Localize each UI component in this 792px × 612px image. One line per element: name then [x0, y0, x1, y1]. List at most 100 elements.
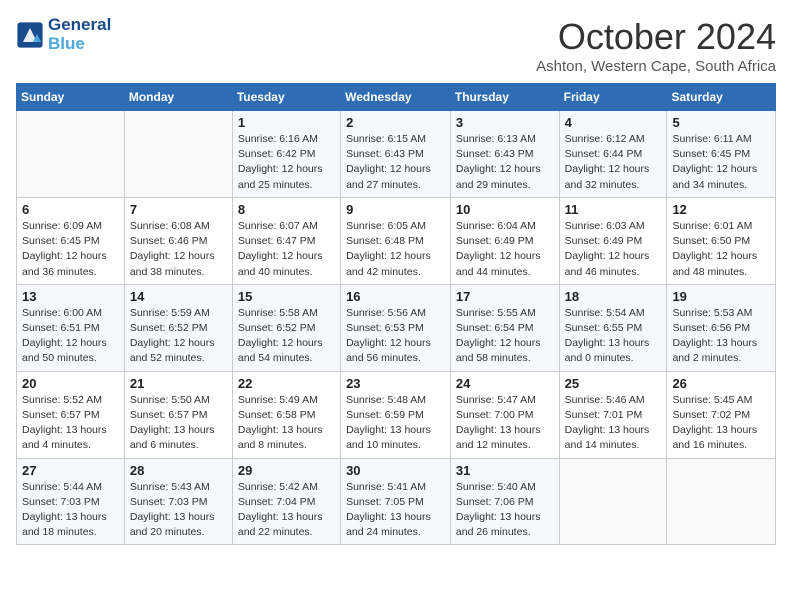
calendar-table: SundayMondayTuesdayWednesdayThursdayFrid…	[16, 83, 776, 545]
day-number: 22	[238, 376, 335, 391]
cell-content: Sunrise: 6:16 AMSunset: 6:42 PMDaylight:…	[238, 132, 335, 193]
cell-content: Sunrise: 6:01 AMSunset: 6:50 PMDaylight:…	[672, 219, 770, 280]
calendar-cell: 10Sunrise: 6:04 AMSunset: 6:49 PMDayligh…	[450, 197, 559, 284]
day-number: 2	[346, 115, 445, 130]
calendar-cell: 5 Sunrise: 6:11 AMSunset: 6:45 PMDaylight…	[667, 111, 776, 198]
day-number: 12	[672, 202, 770, 217]
day-number: 6	[22, 202, 119, 217]
calendar-cell: 1Sunrise: 6:16 AMSunset: 6:42 PMDaylight…	[232, 111, 340, 198]
calendar-cell: 21Sunrise: 5:50 AMSunset: 6:57 PMDayligh…	[124, 371, 232, 458]
calendar-cell: 14 Sunrise: 5:59 AMSunset: 6:52 PMDayligh…	[124, 284, 232, 371]
calendar-cell: 17 Sunrise: 5:55 AMSunset: 6:54 PMDayligh…	[450, 284, 559, 371]
weekday-header-tuesday: Tuesday	[232, 84, 340, 111]
day-number: 17	[456, 289, 554, 304]
day-number: 23	[346, 376, 445, 391]
day-number: 7	[130, 202, 227, 217]
calendar-cell: 24 Sunrise: 5:47 AMSunset: 7:00 PMDayligh…	[450, 371, 559, 458]
day-number: 8	[238, 202, 335, 217]
cell-content: Sunrise: 6:04 AMSunset: 6:49 PMDaylight:…	[456, 219, 554, 280]
cell-content: Sunrise: 5:43 AMSunset: 7:03 PMDaylight:…	[130, 480, 227, 541]
cell-content: Sunrise: 6:03 AMSunset: 6:49 PMDaylight:…	[565, 219, 662, 280]
cell-content: Sunrise: 6:11 AMSunset: 6:45 PMDaylight:…	[672, 132, 770, 193]
day-number: 13	[22, 289, 119, 304]
day-number: 5	[672, 115, 770, 130]
cell-content: Sunrise: 5:48 AMSunset: 6:59 PMDaylight:…	[346, 393, 445, 454]
calendar-week-row: 6 Sunrise: 6:09 AMSunset: 6:45 PMDaylight…	[17, 197, 776, 284]
calendar-cell	[124, 111, 232, 198]
calendar-cell: 19 Sunrise: 5:53 AMSunset: 6:56 PMDayligh…	[667, 284, 776, 371]
day-number: 18	[565, 289, 662, 304]
calendar-cell: 6 Sunrise: 6:09 AMSunset: 6:45 PMDaylight…	[17, 197, 125, 284]
calendar-cell: 13 Sunrise: 6:00 AMSunset: 6:51 PMDayligh…	[17, 284, 125, 371]
page-header: General Blue October 2024 Ashton, Wester…	[16, 16, 776, 75]
calendar-cell: 18 Sunrise: 5:54 AMSunset: 6:55 PMDayligh…	[559, 284, 667, 371]
calendar-cell: 26Sunrise: 5:45 AMSunset: 7:02 PMDayligh…	[667, 371, 776, 458]
calendar-cell: 22 Sunrise: 5:49 AMSunset: 6:58 PMDayligh…	[232, 371, 340, 458]
calendar-week-row: 13 Sunrise: 6:00 AMSunset: 6:51 PMDayligh…	[17, 284, 776, 371]
calendar-week-row: 20 Sunrise: 5:52 AMSunset: 6:57 PMDayligh…	[17, 371, 776, 458]
day-number: 28	[130, 463, 227, 478]
calendar-cell: 15Sunrise: 5:58 AMSunset: 6:52 PMDayligh…	[232, 284, 340, 371]
day-number: 11	[565, 202, 662, 217]
day-number: 4	[565, 115, 662, 130]
day-number: 3	[456, 115, 554, 130]
weekday-header-sunday: Sunday	[17, 84, 125, 111]
calendar-cell	[559, 458, 667, 545]
calendar-cell: 20 Sunrise: 5:52 AMSunset: 6:57 PMDayligh…	[17, 371, 125, 458]
day-number: 26	[672, 376, 770, 391]
cell-content: Sunrise: 5:46 AMSunset: 7:01 PMDaylight:…	[565, 393, 662, 454]
location-subtitle: Ashton, Western Cape, South Africa	[536, 58, 776, 75]
weekday-header-saturday: Saturday	[667, 84, 776, 111]
weekday-header-friday: Friday	[559, 84, 667, 111]
cell-content: Sunrise: 6:09 AMSunset: 6:45 PMDaylight:…	[22, 219, 119, 280]
calendar-cell: 28 Sunrise: 5:43 AMSunset: 7:03 PMDayligh…	[124, 458, 232, 545]
calendar-cell	[667, 458, 776, 545]
cell-content: Sunrise: 6:15 AMSunset: 6:43 PMDaylight:…	[346, 132, 445, 193]
cell-content: Sunrise: 6:12 AMSunset: 6:44 PMDaylight:…	[565, 132, 662, 193]
calendar-cell: 12 Sunrise: 6:01 AMSunset: 6:50 PMDayligh…	[667, 197, 776, 284]
cell-content: Sunrise: 5:52 AMSunset: 6:57 PMDaylight:…	[22, 393, 119, 454]
calendar-cell: 7 Sunrise: 6:08 AMSunset: 6:46 PMDaylight…	[124, 197, 232, 284]
weekday-header-thursday: Thursday	[450, 84, 559, 111]
title-area: October 2024 Ashton, Western Cape, South…	[536, 16, 776, 75]
cell-content: Sunrise: 5:55 AMSunset: 6:54 PMDaylight:…	[456, 306, 554, 367]
cell-content: Sunrise: 6:08 AMSunset: 6:46 PMDaylight:…	[130, 219, 227, 280]
day-number: 14	[130, 289, 227, 304]
day-number: 20	[22, 376, 119, 391]
cell-content: Sunrise: 5:47 AMSunset: 7:00 PMDaylight:…	[456, 393, 554, 454]
cell-content: Sunrise: 5:40 AMSunset: 7:06 PMDaylight:…	[456, 480, 554, 541]
cell-content: Sunrise: 5:49 AMSunset: 6:58 PMDaylight:…	[238, 393, 335, 454]
day-number: 25	[565, 376, 662, 391]
calendar-cell: 3 Sunrise: 6:13 AMSunset: 6:43 PMDaylight…	[450, 111, 559, 198]
cell-content: Sunrise: 5:54 AMSunset: 6:55 PMDaylight:…	[565, 306, 662, 367]
cell-content: Sunrise: 5:59 AMSunset: 6:52 PMDaylight:…	[130, 306, 227, 367]
weekday-header-wednesday: Wednesday	[341, 84, 451, 111]
calendar-cell: 2 Sunrise: 6:15 AMSunset: 6:43 PMDaylight…	[341, 111, 451, 198]
cell-content: Sunrise: 5:42 AMSunset: 7:04 PMDaylight:…	[238, 480, 335, 541]
calendar-cell: 9Sunrise: 6:05 AMSunset: 6:48 PMDaylight…	[341, 197, 451, 284]
logo-blue: Blue	[48, 35, 111, 54]
logo: General Blue	[16, 16, 111, 53]
day-number: 15	[238, 289, 335, 304]
cell-content: Sunrise: 6:00 AMSunset: 6:51 PMDaylight:…	[22, 306, 119, 367]
day-number: 27	[22, 463, 119, 478]
day-number: 21	[130, 376, 227, 391]
calendar-cell: 11 Sunrise: 6:03 AMSunset: 6:49 PMDayligh…	[559, 197, 667, 284]
calendar-week-row: 27Sunrise: 5:44 AMSunset: 7:03 PMDayligh…	[17, 458, 776, 545]
calendar-cell: 27Sunrise: 5:44 AMSunset: 7:03 PMDayligh…	[17, 458, 125, 545]
cell-content: Sunrise: 6:13 AMSunset: 6:43 PMDaylight:…	[456, 132, 554, 193]
calendar-cell: 23 Sunrise: 5:48 AMSunset: 6:59 PMDayligh…	[341, 371, 451, 458]
calendar-cell: 16Sunrise: 5:56 AMSunset: 6:53 PMDayligh…	[341, 284, 451, 371]
day-number: 24	[456, 376, 554, 391]
calendar-cell: 29Sunrise: 5:42 AMSunset: 7:04 PMDayligh…	[232, 458, 340, 545]
logo-general: General	[48, 16, 111, 35]
calendar-cell: 8Sunrise: 6:07 AMSunset: 6:47 PMDaylight…	[232, 197, 340, 284]
cell-content: Sunrise: 5:41 AMSunset: 7:05 PMDaylight:…	[346, 480, 445, 541]
day-number: 19	[672, 289, 770, 304]
calendar-week-row: 1Sunrise: 6:16 AMSunset: 6:42 PMDaylight…	[17, 111, 776, 198]
calendar-cell: 4 Sunrise: 6:12 AMSunset: 6:44 PMDaylight…	[559, 111, 667, 198]
month-title: October 2024	[536, 16, 776, 58]
day-number: 9	[346, 202, 445, 217]
day-number: 31	[456, 463, 554, 478]
cell-content: Sunrise: 5:53 AMSunset: 6:56 PMDaylight:…	[672, 306, 770, 367]
